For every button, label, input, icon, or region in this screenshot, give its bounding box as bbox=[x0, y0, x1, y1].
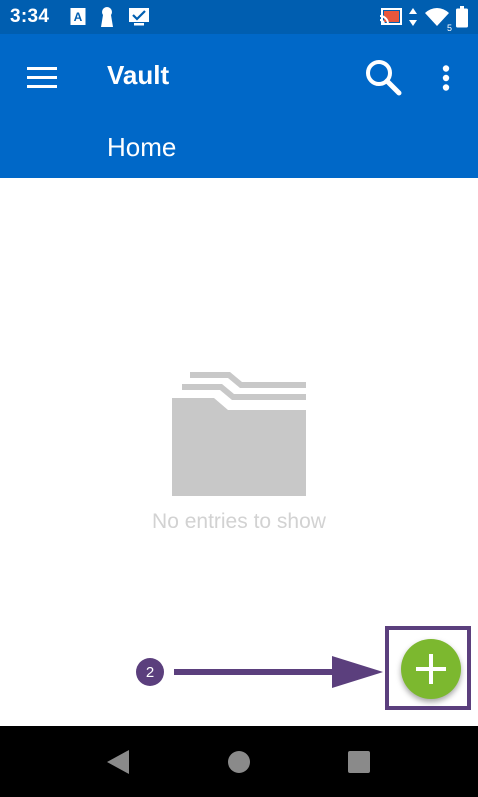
search-icon bbox=[366, 60, 402, 96]
callout-arrow-icon bbox=[174, 656, 383, 688]
screen: 3:34 A 5 Vault Home No entries to show 2 bbox=[0, 0, 478, 797]
status-right-icons: 5 bbox=[379, 6, 468, 33]
wifi-icon: 5 bbox=[424, 7, 452, 33]
empty-message: No entries to show bbox=[152, 510, 326, 533]
svg-text:A: A bbox=[74, 10, 83, 24]
back-icon bbox=[107, 750, 129, 774]
status-time: 3:34 bbox=[10, 6, 50, 27]
status-bar: 3:34 A 5 bbox=[0, 0, 478, 34]
recents-icon bbox=[348, 751, 370, 773]
more-vert-icon bbox=[442, 65, 450, 91]
task-check-icon bbox=[128, 7, 150, 32]
breadcrumb-home[interactable]: Home bbox=[107, 132, 176, 163]
plus-icon bbox=[416, 654, 446, 684]
step-badge: 2 bbox=[136, 658, 164, 686]
nav-home-button[interactable] bbox=[225, 748, 253, 776]
hamburger-icon bbox=[27, 67, 57, 88]
status-left-icons: A bbox=[70, 6, 150, 33]
more-options-button[interactable] bbox=[426, 56, 466, 100]
home-icon bbox=[228, 751, 250, 773]
keyhole-icon bbox=[100, 6, 114, 33]
data-arrows-icon bbox=[408, 7, 418, 32]
nav-back-button[interactable] bbox=[104, 748, 132, 776]
search-button[interactable] bbox=[360, 54, 406, 100]
app-title: Vault bbox=[107, 60, 170, 90]
battery-icon bbox=[456, 6, 468, 33]
nav-recents-button[interactable] bbox=[345, 748, 373, 776]
font-a-icon: A bbox=[70, 7, 86, 32]
folder-icon bbox=[170, 368, 308, 503]
signal-badge: 5 bbox=[446, 23, 452, 33]
add-entry-button[interactable] bbox=[401, 639, 461, 699]
content-area: No entries to show 2 bbox=[0, 178, 478, 726]
nav-bar bbox=[0, 726, 478, 797]
menu-button[interactable] bbox=[22, 58, 62, 98]
app-bar: Vault Home bbox=[0, 34, 478, 178]
cast-icon bbox=[379, 8, 402, 31]
